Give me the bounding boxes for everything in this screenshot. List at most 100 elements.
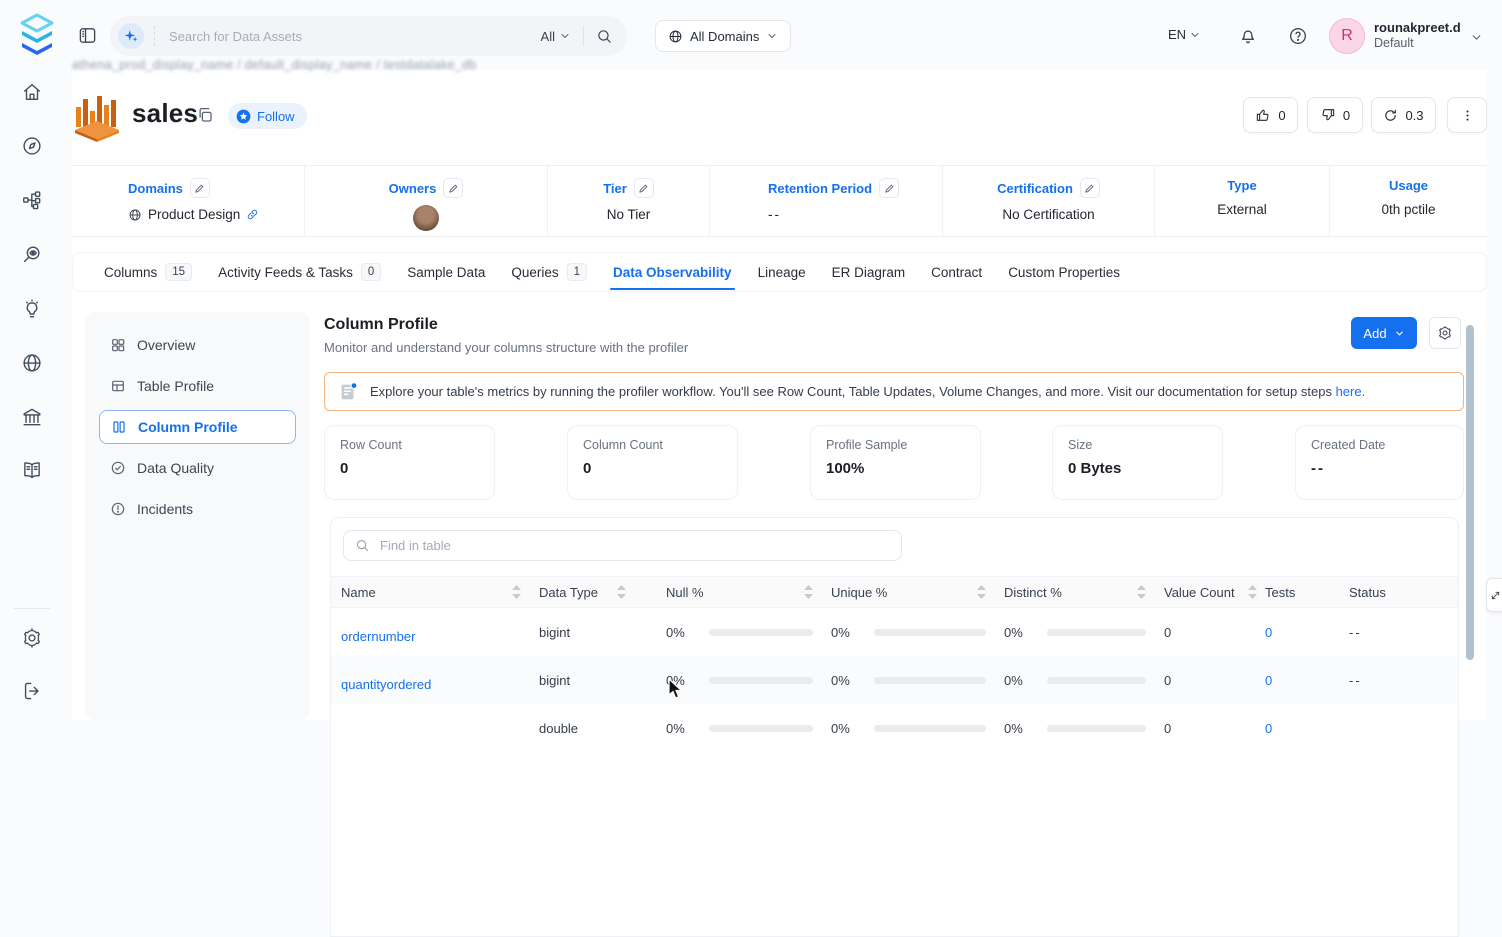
- column-header-null-pct[interactable]: Null %: [666, 585, 831, 600]
- sort-icon[interactable]: [804, 585, 813, 599]
- search-scope-dropdown[interactable]: All: [541, 29, 571, 44]
- help-icon[interactable]: [1288, 26, 1308, 46]
- search-submit-icon[interactable]: [596, 28, 613, 45]
- banner-link[interactable]: here.: [1336, 384, 1366, 399]
- edit-certification-icon[interactable]: [1079, 178, 1100, 198]
- glossary-book-icon[interactable]: [21, 459, 43, 481]
- governance-bank-icon[interactable]: [21, 406, 43, 428]
- tab-columns[interactable]: Columns 15: [91, 253, 205, 291]
- sidebar-item-data-quality[interactable]: Data Quality: [99, 451, 296, 485]
- sidebar-toggle-icon[interactable]: [78, 26, 97, 45]
- sort-icon[interactable]: [977, 585, 986, 599]
- insights-bulb-icon[interactable]: [21, 298, 43, 320]
- find-in-table-input[interactable]: [378, 537, 890, 554]
- column-header-name[interactable]: Name: [341, 585, 539, 600]
- domains-value[interactable]: Product Design: [148, 207, 240, 222]
- ai-sparkle-icon[interactable]: [118, 23, 144, 49]
- column-header-distinct-pct[interactable]: Distinct %: [1004, 585, 1164, 600]
- edit-tier-icon[interactable]: [633, 178, 654, 198]
- settings-gear-icon[interactable]: [21, 627, 43, 649]
- notifications-bell-icon[interactable]: [1238, 26, 1258, 46]
- edit-domains-icon[interactable]: [189, 178, 210, 198]
- edit-owners-icon[interactable]: [443, 178, 464, 198]
- sidebar-item-overview[interactable]: Overview: [99, 328, 296, 362]
- home-icon[interactable]: [21, 81, 43, 103]
- page-title: sales: [132, 98, 199, 128]
- column-header-status: Status: [1349, 584, 1386, 600]
- tab-data-observability[interactable]: Data Observability: [600, 253, 745, 291]
- platform-graph-icon[interactable]: [21, 189, 43, 211]
- tab-activity-feeds[interactable]: Activity Feeds & Tasks 0: [205, 253, 394, 291]
- search-input[interactable]: [167, 27, 541, 45]
- sort-icon[interactable]: [617, 585, 626, 599]
- entity-tabs: Columns 15 Activity Feeds & Tasks 0 Samp…: [72, 252, 1487, 292]
- column-header-value-count[interactable]: Value Count: [1164, 585, 1265, 600]
- global-search-bar: All: [110, 16, 627, 56]
- version-button[interactable]: 0.3: [1371, 97, 1436, 133]
- chevron-down-icon: [768, 34, 776, 38]
- vertical-scrollbar[interactable]: [1466, 325, 1474, 660]
- thumbs-up-icon: [1257, 109, 1269, 121]
- usage-label: Usage: [1388, 178, 1429, 193]
- tab-count-badge: 1: [566, 262, 588, 282]
- all-domains-button[interactable]: All Domains: [655, 20, 792, 52]
- language-switcher[interactable]: EN: [1168, 27, 1201, 42]
- tab-er-diagram[interactable]: ER Diagram: [819, 253, 919, 291]
- upvote-button[interactable]: 0: [1243, 97, 1298, 133]
- certification-label: Certification: [997, 180, 1073, 196]
- downvote-button[interactable]: 0: [1307, 97, 1363, 133]
- follow-button[interactable]: Follow: [228, 103, 307, 129]
- kebab-menu-icon: [1466, 109, 1468, 121]
- sidebar-item-column-profile[interactable]: Column Profile: [99, 410, 296, 444]
- domains-label: Domains: [128, 180, 183, 196]
- tab-sample-data[interactable]: Sample Data: [394, 253, 498, 291]
- stat-label: Size: [1068, 438, 1093, 452]
- profiler-settings-button[interactable]: [1429, 317, 1461, 349]
- table-icon: [110, 378, 126, 394]
- breadcrumb[interactable]: athena_prod_display_name / default_displ…: [72, 58, 477, 72]
- user-menu[interactable]: rounakpreet.d Default: [1374, 20, 1461, 52]
- stat-created-date: Created Date --: [1295, 425, 1464, 500]
- logout-icon[interactable]: [21, 680, 43, 702]
- sort-icon[interactable]: [1248, 585, 1257, 599]
- panel-expand-button[interactable]: [1486, 578, 1502, 612]
- sidebar-item-incidents[interactable]: Incidents: [99, 492, 296, 526]
- null-pct-cell: 0%: [666, 721, 831, 736]
- sort-icon[interactable]: [512, 585, 521, 599]
- tests-link[interactable]: 0: [1265, 673, 1349, 688]
- null-pct-cell: 0%: [666, 673, 831, 688]
- domains-globe-icon[interactable]: [21, 352, 43, 374]
- add-button[interactable]: Add: [1351, 317, 1417, 349]
- tab-lineage[interactable]: Lineage: [745, 253, 819, 291]
- distinct-pct-cell: 0%: [1004, 673, 1164, 688]
- distinct-pct-bar: [1047, 628, 1146, 636]
- tests-link[interactable]: 0: [1265, 625, 1349, 640]
- sidebar-item-table-profile[interactable]: Table Profile: [99, 369, 296, 403]
- column-header-unique-pct[interactable]: Unique %: [831, 585, 1004, 600]
- edit-retention-icon[interactable]: [879, 178, 900, 198]
- column-header-data-type[interactable]: Data Type: [539, 585, 666, 600]
- column-name-link[interactable]: quantityordered: [341, 677, 539, 692]
- table-row: quantityordered bigint 0% 0% 0% 0 0 --: [331, 656, 1458, 704]
- observability-icon[interactable]: [21, 244, 43, 266]
- app-logo[interactable]: [18, 13, 56, 57]
- sort-icon[interactable]: [1137, 585, 1146, 599]
- stat-profile-sample: Profile Sample 100%: [810, 425, 981, 500]
- owner-avatar[interactable]: [413, 205, 439, 231]
- tests-link[interactable]: 0: [1265, 721, 1349, 736]
- certification-value: No Certification: [1002, 207, 1095, 222]
- explore-compass-icon[interactable]: [21, 135, 43, 157]
- distinct-pct-bar: [1047, 724, 1146, 732]
- tab-custom-properties[interactable]: Custom Properties: [995, 253, 1133, 291]
- more-actions-button[interactable]: [1447, 97, 1487, 133]
- user-menu-chevron-icon[interactable]: [1470, 31, 1483, 44]
- user-avatar[interactable]: R: [1329, 18, 1365, 54]
- tab-count-badge: 15: [165, 262, 193, 282]
- tab-contract[interactable]: Contract: [918, 253, 995, 291]
- sidebar-item-label: Incidents: [137, 501, 194, 517]
- tab-queries[interactable]: Queries 1: [498, 253, 600, 291]
- copy-icon[interactable]: [196, 106, 214, 124]
- column-name-link[interactable]: ordernumber: [341, 629, 539, 644]
- tab-label: Columns: [104, 264, 158, 280]
- find-in-table-box: [343, 530, 902, 561]
